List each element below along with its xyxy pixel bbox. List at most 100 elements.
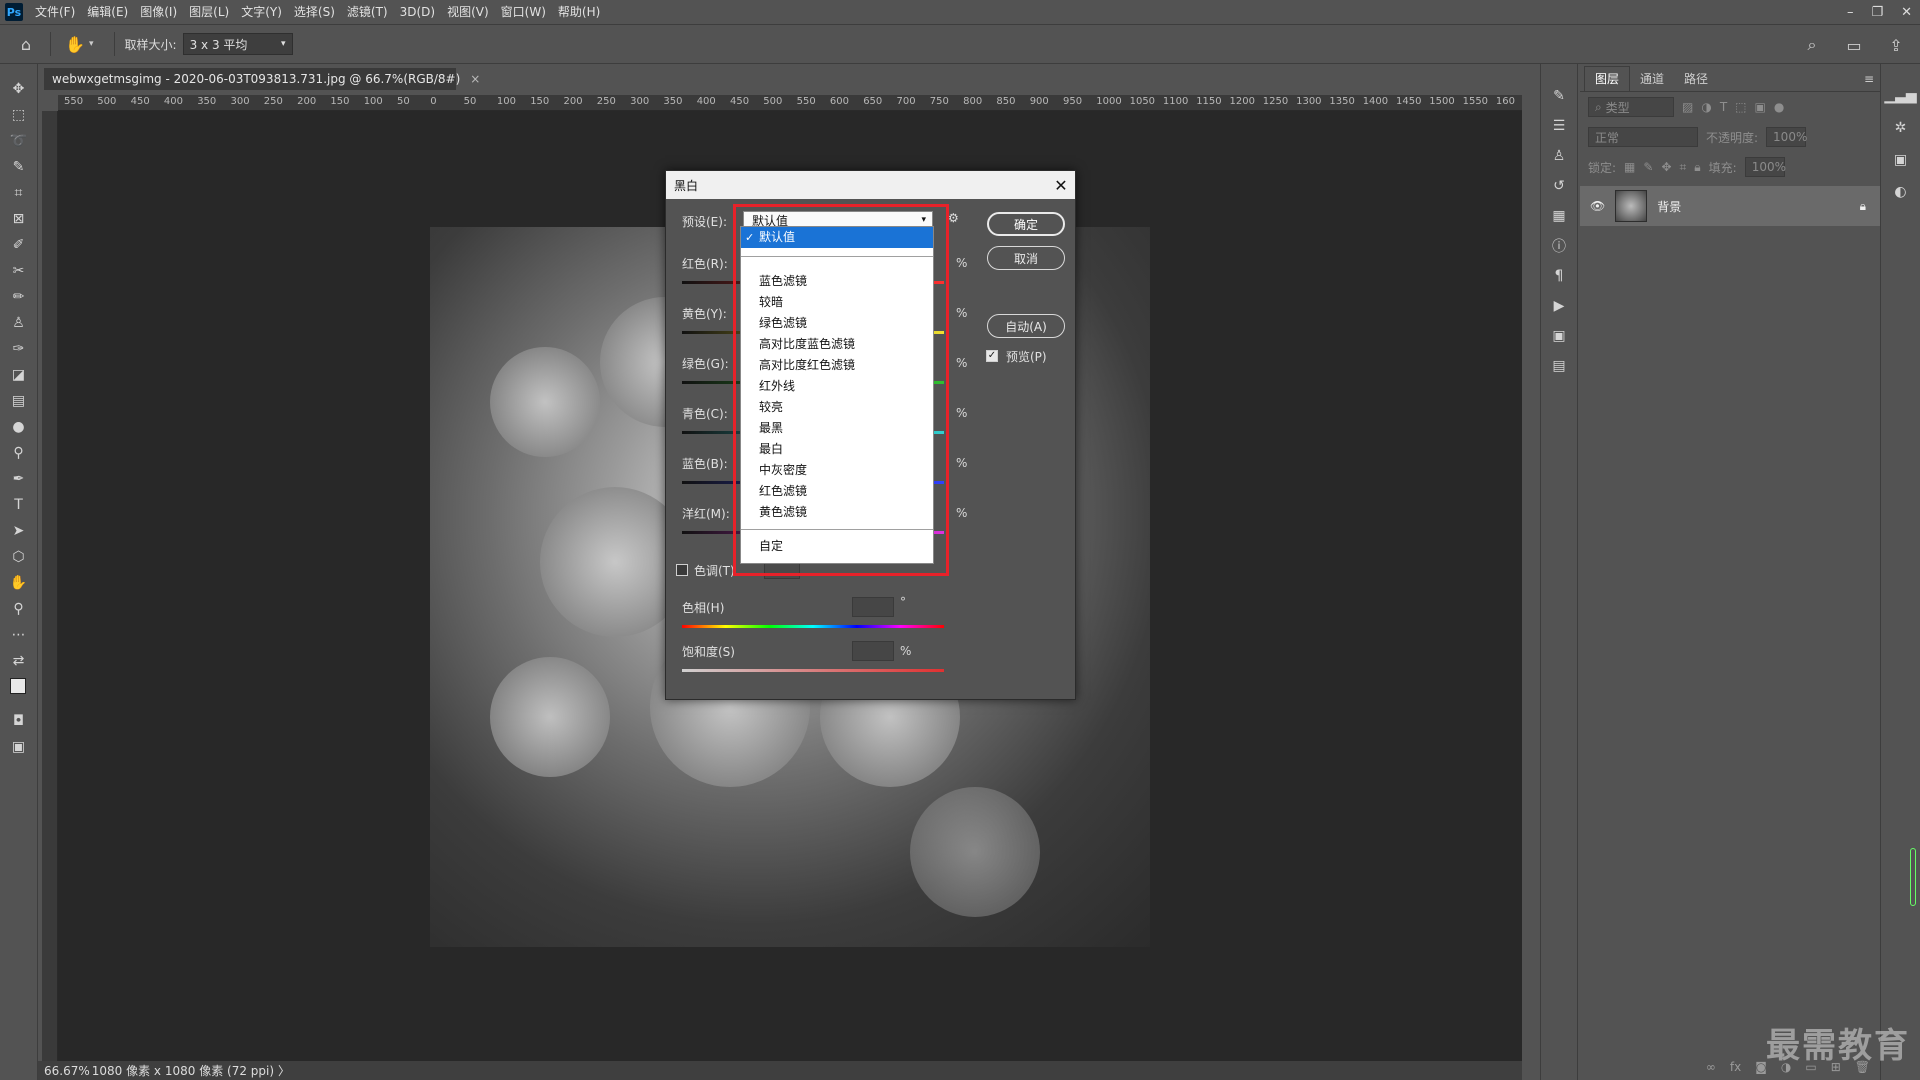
tab-layers[interactable]: 图层 [1584,66,1631,91]
move-tool-icon[interactable]: ✥ [5,78,33,100]
frame-tool-icon[interactable]: ⊠ [5,208,33,230]
menu-window[interactable]: 窗口(W) [495,0,552,24]
pen-tool-icon[interactable]: ✒ [5,468,33,490]
menu-image[interactable]: 图像(I) [134,0,183,24]
blur-tool-icon[interactable]: ● [5,416,33,438]
brush-tool-icon[interactable]: ✏ [5,286,33,308]
menu-select[interactable]: 选择(S) [288,0,341,24]
filter-toggle-icon[interactable]: ● [1774,100,1784,114]
saturation-input[interactable] [852,641,894,661]
gradient-tool-icon[interactable]: ▤ [5,390,33,412]
foreground-color[interactable] [9,678,26,694]
history-brush-icon[interactable]: ✑ [5,338,33,360]
menu-edit[interactable]: 编辑(E) [81,0,134,24]
visibility-eye-icon[interactable]: 👁︎ [1590,199,1605,213]
saturation-slider[interactable] [682,669,944,672]
color-panel-icon[interactable]: ◐ [1890,182,1912,202]
menu-view[interactable]: 视图(V) [441,0,495,24]
crop-tool-icon[interactable]: ⌗ [5,182,33,204]
quick-mask-icon[interactable]: ◘ [5,710,33,732]
hue-input[interactable] [852,597,894,617]
notes-panel-icon[interactable]: ▤ [1548,356,1570,376]
filter-shape-icon[interactable]: ⬚ [1735,100,1746,114]
menu-type[interactable]: 文字(Y) [235,0,288,24]
hand-tool-icon[interactable]: ✋ [5,572,33,594]
histogram-icon[interactable]: ▁▃▅ [1884,86,1916,106]
preview-checkbox[interactable]: ✓ [986,350,998,362]
lock-artboard-icon[interactable]: ⌗ [1680,160,1687,175]
menu-filter[interactable]: 滤镜(T) [341,0,394,24]
adjustments-panel-icon[interactable]: ☰ [1548,116,1570,136]
hand-tool-icon[interactable]: ✋ [61,30,89,58]
zoom-tool-icon[interactable]: ⚲ [5,598,33,620]
scroll-indicator[interactable] [1910,848,1916,906]
auto-button[interactable]: 自动(A) [987,314,1065,338]
navigator-icon[interactable]: ✲ [1890,118,1912,138]
lock-position-icon[interactable]: ✥ [1661,160,1671,174]
tab-channels[interactable]: 通道 [1630,67,1674,91]
actions-play-icon[interactable]: ▶ [1548,296,1570,316]
dodge-tool-icon[interactable]: ⚲ [5,442,33,464]
libraries-panel-icon[interactable]: ▣ [1548,326,1570,346]
healing-tool-icon[interactable]: ✂ [5,260,33,282]
workspace-icon[interactable]: ▭ [1840,31,1868,59]
close-tab-icon[interactable]: × [470,72,480,86]
share-icon[interactable]: ⇪ [1882,31,1910,59]
path-select-icon[interactable]: ➤ [5,520,33,542]
filter-pixel-icon[interactable]: ▨ [1682,100,1693,114]
document-tab[interactable]: webwxgetmsgimg - 2020-06-03T093813.731.j… [44,66,480,90]
more-tools-icon[interactable]: ⋯ [5,624,33,646]
lock-all-icon[interactable]: 🔒︎ [1694,160,1700,175]
blend-mode-select[interactable]: 正常 [1588,127,1698,147]
minimize-icon[interactable]: – [1847,5,1854,20]
tab-paths[interactable]: 路径 [1674,67,1718,91]
tint-checkbox[interactable] [676,564,688,576]
marquee-tool-icon[interactable]: ⬚ [5,104,33,126]
preset-options-gear-icon[interactable]: ⚙ [948,211,959,225]
swap-colors-icon[interactable]: ⇄ [5,650,33,672]
opacity-input[interactable]: 100% [1766,127,1807,147]
restore-icon[interactable]: ❐ [1871,5,1883,20]
close-window-icon[interactable]: ✕ [1901,5,1912,20]
shape-tool-icon[interactable]: ⬡ [5,546,33,568]
eyedropper-tool-icon[interactable]: ✐ [5,234,33,256]
fill-input[interactable]: 100% [1744,157,1786,177]
sample-size-select[interactable]: 3 x 3 平均 ▾ [182,33,293,55]
menu-file[interactable]: 文件(F) [29,0,81,24]
filter-adjustment-icon[interactable]: ◑ [1701,100,1711,114]
properties-panel-icon[interactable]: ▦ [1548,206,1570,226]
type-tool-icon[interactable]: T [5,494,33,516]
color-swatches[interactable] [5,676,33,706]
history-panel-icon[interactable]: ↺ [1548,176,1570,196]
eraser-tool-icon[interactable]: ◪ [5,364,33,386]
search-icon[interactable]: ⌕ [1798,31,1826,59]
zoom-level[interactable]: 66.67% [44,1064,90,1078]
layer-style-icon[interactable]: fx [1730,1060,1741,1074]
clone-source-icon[interactable]: ♙ [1548,146,1570,166]
close-icon[interactable]: ✕ [1047,171,1075,199]
swatches-icon[interactable]: ▣ [1890,150,1912,170]
lasso-tool-icon[interactable]: ➰ [5,130,33,152]
chevron-down-icon[interactable]: ▾ [89,39,94,49]
ok-button[interactable]: 确定 [987,212,1065,236]
info-panel-icon[interactable]: ⓘ [1548,236,1570,256]
quick-select-tool-icon[interactable]: ✎ [5,156,33,178]
home-icon[interactable]: ⌂ [12,30,40,58]
hue-slider[interactable] [682,625,944,628]
screen-mode-icon[interactable]: ▣ [5,736,33,758]
menu-help[interactable]: 帮助(H) [552,0,606,24]
link-layers-icon[interactable]: ∞ [1706,1060,1716,1074]
filter-type-icon[interactable]: T [1720,100,1727,114]
cancel-button[interactable]: 取消 [987,246,1065,270]
lock-transparent-icon[interactable]: ▦ [1624,160,1635,174]
layer-filter-select[interactable]: ⌕ 类型 [1588,97,1674,117]
stamp-tool-icon[interactable]: ♙ [5,312,33,334]
glyphs-panel-icon[interactable]: ¶ [1548,266,1570,286]
menu-layer[interactable]: 图层(L) [183,0,235,24]
panel-menu-icon[interactable]: ≡ [1864,72,1874,86]
layer-row-background[interactable]: 👁︎ 背景 🔒︎ [1580,186,1880,226]
brush-panel-icon[interactable]: ✎ [1548,86,1570,106]
status-arrow-icon[interactable]: 〉 [278,1062,290,1079]
filter-smart-icon[interactable]: ▣ [1755,100,1766,114]
menu-3d[interactable]: 3D(D) [394,0,441,24]
